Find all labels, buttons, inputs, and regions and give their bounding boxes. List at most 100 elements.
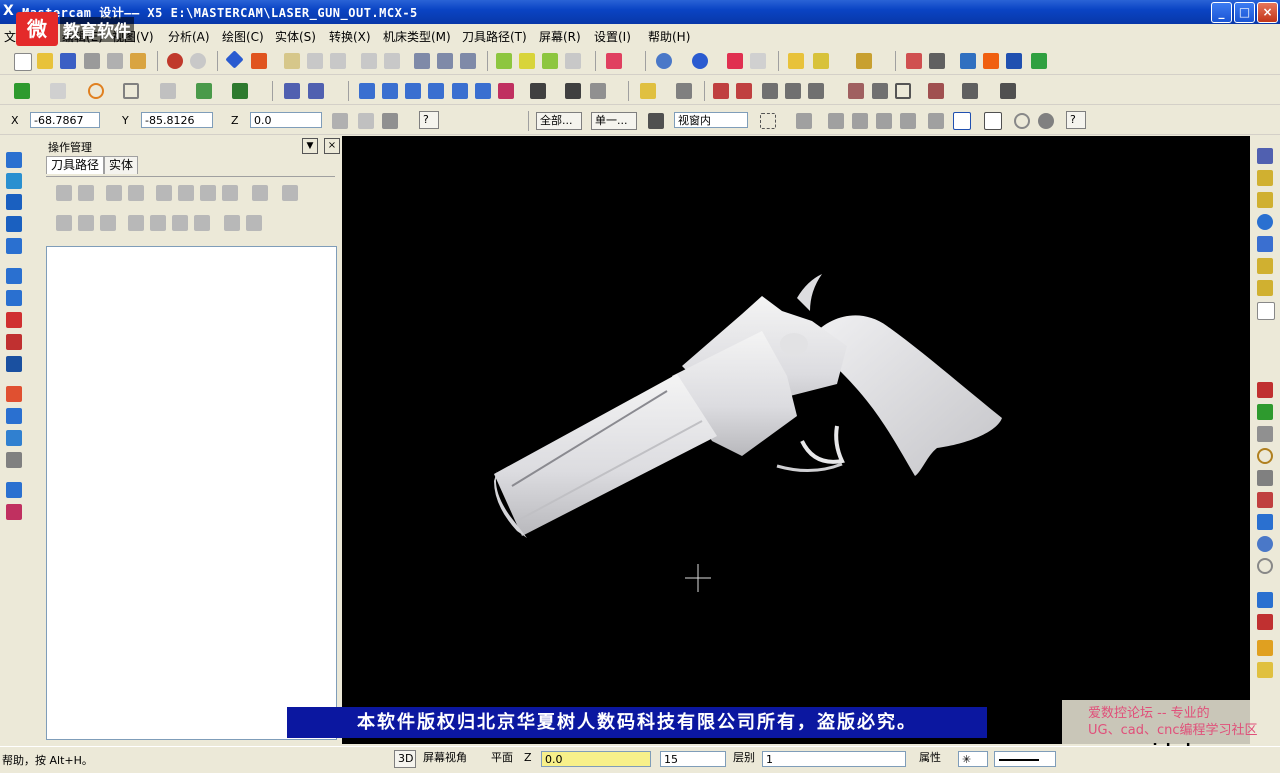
toggle-post-icon[interactable] [100,215,116,231]
group-icon[interactable] [900,113,916,129]
grid-icon[interactable] [929,53,945,69]
translate-xform-icon[interactable] [359,83,375,99]
ops-help-icon[interactable] [282,185,298,201]
brush-icon[interactable] [1257,170,1273,186]
menu-screen[interactable]: 屏幕(R) [539,28,581,45]
verify-ops-icon[interactable] [178,185,194,201]
single-op-icon[interactable] [224,215,240,231]
tab-solids[interactable]: 实体 [104,156,139,174]
link-icon[interactable] [1257,382,1273,398]
sum-icon[interactable] [1006,53,1022,69]
mode-3d-button[interactable]: 3D [394,750,416,768]
line-tool-icon[interactable] [1257,426,1273,442]
autocursor-icon[interactable] [358,113,374,129]
doc-icon[interactable] [762,83,778,99]
backplot-icon[interactable] [156,185,172,201]
print-preview-icon[interactable] [107,53,123,69]
wave-icon[interactable] [953,112,971,130]
post-icon[interactable] [222,185,238,201]
y-coordinate-field[interactable]: -85.8126 [141,112,213,128]
fillet-solid-icon[interactable] [6,238,22,254]
zoom-target-icon[interactable] [307,53,323,69]
circle-tool-icon[interactable] [1257,448,1273,464]
menu-list-icon[interactable] [736,83,752,99]
wand-icon[interactable] [856,53,872,69]
ruler-icon[interactable] [788,53,804,69]
highfeed-icon[interactable] [252,185,268,201]
face-icon[interactable] [6,408,22,424]
panel-dropdown-icon[interactable]: ▼ [302,138,318,154]
line-icon[interactable] [50,83,66,99]
colors-icon[interactable] [1257,640,1273,656]
verify-icon[interactable] [876,113,892,129]
trim-icon[interactable] [232,83,248,99]
plane-button[interactable]: 平面 [488,750,522,768]
open-icon[interactable] [1257,258,1273,274]
menu-solids[interactable]: 实体(S) [275,28,316,45]
shading-icon[interactable] [606,53,622,69]
tool-icon[interactable] [848,83,864,99]
point-style-dropdown[interactable]: ✳ [958,751,988,767]
menu-xform[interactable]: 转换(X) [329,28,371,45]
z-depth-field[interactable]: 0.0 [541,751,651,767]
boolean-icon[interactable] [6,312,22,328]
settings-icon[interactable] [382,113,398,129]
regenerate-dirty-icon[interactable] [128,185,144,201]
insert-arrow-icon[interactable] [172,215,188,231]
circle-fill-icon[interactable] [1038,113,1054,129]
wire-view-icon[interactable] [565,53,581,69]
menu-machine-type[interactable]: 机床类型(M) [383,28,451,45]
menu-settings[interactable]: 设置(I) [594,28,631,45]
thicken-icon[interactable] [6,334,22,350]
clear-icon[interactable] [1014,113,1030,129]
select-all-ops-icon[interactable] [56,185,72,201]
select-single-button[interactable]: 单一... [591,112,637,130]
selection-method-dropdown[interactable]: 视窗内 [674,112,748,128]
array-icon[interactable] [498,83,514,99]
move-down-icon[interactable] [128,215,144,231]
simulate-icon[interactable] [200,185,216,201]
box-icon[interactable] [895,83,911,99]
drag-icon[interactable] [565,83,581,99]
chart-icon[interactable] [1031,53,1047,69]
revolve-icon[interactable] [6,173,22,189]
pencil-icon[interactable] [785,83,801,99]
add-point-icon[interactable] [1257,404,1273,420]
repaint-icon[interactable] [251,53,267,69]
toggle-display-icon[interactable] [78,215,94,231]
select-all-button[interactable]: 全部... [536,112,582,130]
z-coordinate-field[interactable]: 0.0 [250,112,322,128]
folder-icon[interactable] [1257,192,1273,208]
chamfer-icon[interactable] [196,83,212,99]
palette-icon[interactable] [1257,592,1273,608]
page-icon[interactable] [1257,302,1275,320]
offset-icon[interactable] [452,83,468,99]
wrap-icon[interactable] [530,83,546,99]
check-icon[interactable] [906,53,922,69]
stretch-icon[interactable] [590,83,606,99]
close-button[interactable]: × [1257,2,1278,23]
regenerate-icon[interactable] [106,185,122,201]
zoom-window-icon[interactable] [284,53,300,69]
sphere-icon[interactable] [692,53,708,69]
analyze-icon[interactable] [727,53,743,69]
attributes-button[interactable]: 属性 [916,750,950,768]
highlight-icon[interactable] [813,53,829,69]
menu-create[interactable]: 绘图(C) [222,28,264,45]
spline-icon[interactable] [284,83,300,99]
x-coordinate-field[interactable]: -68.7867 [30,112,100,128]
fit-icon[interactable] [225,50,244,69]
level-field[interactable]: 1 [762,751,906,767]
cube-icon[interactable] [808,83,824,99]
dynamic-rotate-icon[interactable] [460,53,476,69]
properties-icon[interactable] [130,53,146,69]
extrude-icon[interactable] [6,152,22,168]
globe-tool-icon[interactable] [1257,536,1273,552]
shell-icon[interactable] [6,268,22,284]
window-select-icon[interactable] [760,113,776,129]
select-help-icon[interactable]: ? [1066,111,1086,129]
surface-icon[interactable] [928,83,944,99]
minimize-button[interactable]: _ [1211,2,1232,23]
solid-box-icon[interactable] [6,356,22,372]
scale-icon[interactable] [428,83,444,99]
